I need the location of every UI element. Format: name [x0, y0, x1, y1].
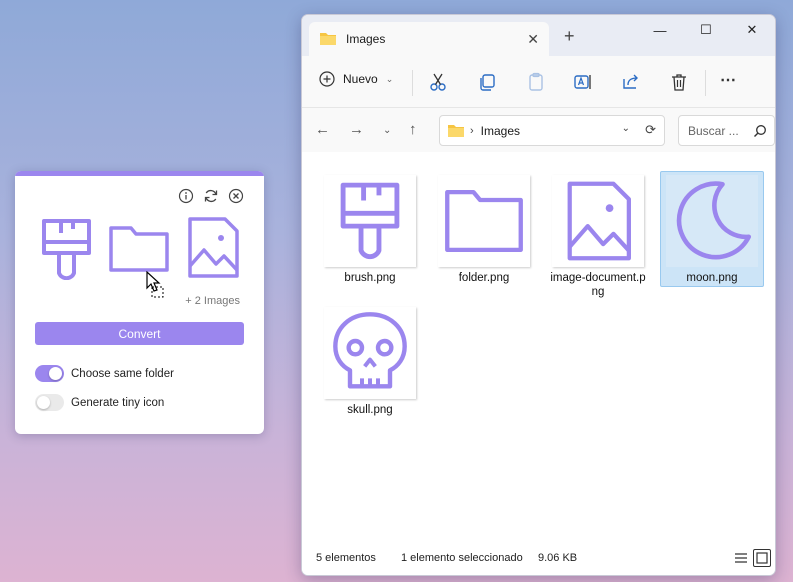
file-item-brush[interactable]: brush.png	[318, 172, 422, 285]
more-icon[interactable]: ⋯	[720, 70, 740, 90]
file-item-skull[interactable]: skull.png	[318, 304, 422, 417]
file-list: brush.png folder.png image-document.png …	[302, 152, 775, 542]
new-button-label: Nuevo	[343, 72, 378, 86]
tab-close-icon[interactable]: ✕	[527, 31, 539, 48]
info-icon[interactable]	[178, 188, 194, 204]
chevron-down-icon: ⌄	[385, 73, 394, 84]
forward-icon[interactable]: →	[349, 121, 364, 138]
file-name: image-document.png	[550, 272, 646, 298]
skull-icon	[324, 307, 416, 399]
search-placeholder: Buscar ...	[688, 123, 739, 138]
up-icon[interactable]: ↑	[409, 121, 417, 138]
folder-icon	[320, 33, 336, 45]
details-view-icon[interactable]	[732, 549, 750, 567]
explorer-window: Images ✕ + — ☐ ✕ Nuevo ⌄ ⋯ ← → ⌄ ↑ › Ima…	[301, 14, 776, 576]
file-item-image-document[interactable]: image-document.png	[546, 172, 650, 299]
tab-title: Images	[346, 32, 386, 46]
brush-icon	[39, 216, 95, 285]
search-input[interactable]: Buscar ...	[678, 115, 775, 146]
widget-accent-bar	[15, 171, 264, 176]
same-folder-label: Choose same folder	[71, 367, 174, 380]
drag-cursor-icon	[146, 270, 166, 304]
tiny-icon-toggle[interactable]	[35, 394, 64, 411]
file-name: brush.png	[344, 272, 396, 284]
file-name: moon.png	[686, 272, 738, 284]
back-icon[interactable]: ←	[315, 121, 330, 138]
new-button[interactable]: Nuevo ⌄	[319, 71, 393, 87]
status-bar: 5 elementos 1 elemento seleccionado 9.06…	[302, 542, 775, 575]
rename-icon[interactable]	[573, 72, 593, 92]
window-close-icon[interactable]: ✕	[729, 15, 775, 45]
tiles-view-icon[interactable]	[753, 549, 771, 567]
file-name: folder.png	[458, 272, 510, 284]
moon-icon	[666, 175, 758, 267]
search-icon	[754, 125, 766, 137]
tab-images[interactable]: Images ✕	[309, 22, 549, 56]
delete-icon[interactable]	[669, 72, 689, 92]
title-bar: Images ✕ + — ☐ ✕	[302, 15, 775, 56]
converter-widget: + 2 Images Convert Choose same folder Ge…	[15, 171, 264, 434]
plus-circle-icon	[319, 71, 335, 87]
share-icon[interactable]	[621, 72, 641, 92]
navigation-bar: ← → ⌄ ↑ › Images ⌄ ⟳ Buscar ...	[302, 108, 775, 152]
refresh-icon[interactable]: ⟳	[645, 122, 656, 138]
brush-icon	[324, 175, 416, 267]
image-icon	[552, 175, 644, 267]
selection-size: 9.06 KB	[538, 552, 578, 564]
toolbar-divider	[412, 70, 413, 96]
folder-icon	[448, 124, 464, 137]
more-images-count: + 2 Images	[185, 295, 240, 307]
tiny-icon-row: Generate tiny icon	[35, 394, 164, 411]
address-bar[interactable]: › Images ⌄ ⟳	[439, 115, 665, 146]
breadcrumb[interactable]: Images	[481, 124, 520, 138]
widget-header-icons	[178, 188, 244, 204]
address-dropdown-icon[interactable]: ⌄	[622, 123, 630, 134]
image-icon	[185, 216, 241, 285]
same-folder-toggle[interactable]	[35, 365, 64, 382]
tiny-icon-label: Generate tiny icon	[71, 396, 165, 409]
breadcrumb-separator-icon: ›	[470, 124, 474, 137]
convert-button[interactable]: Convert	[35, 322, 244, 345]
copy-icon[interactable]	[477, 72, 497, 92]
close-icon[interactable]	[228, 188, 244, 204]
selection-info: 1 elemento seleccionado	[401, 552, 523, 564]
item-count: 5 elementos	[316, 552, 376, 564]
paste-icon[interactable]	[526, 72, 546, 92]
command-bar: Nuevo ⌄ ⋯	[302, 56, 775, 108]
window-controls: — ☐ ✕	[637, 15, 775, 45]
new-tab-icon[interactable]: +	[564, 26, 575, 47]
same-folder-row: Choose same folder	[35, 365, 174, 382]
recent-chevron-icon[interactable]: ⌄	[383, 125, 391, 136]
file-item-moon[interactable]: moon.png	[660, 171, 764, 287]
folder-icon	[438, 175, 530, 267]
file-name: skull.png	[347, 404, 393, 416]
maximize-icon[interactable]: ☐	[683, 15, 729, 45]
widget-thumbnails	[39, 216, 244, 296]
toolbar-divider	[705, 70, 706, 96]
cut-icon[interactable]	[428, 72, 448, 92]
refresh-icon[interactable]	[203, 188, 219, 204]
file-item-folder[interactable]: folder.png	[432, 172, 536, 285]
minimize-icon[interactable]: —	[637, 15, 683, 45]
